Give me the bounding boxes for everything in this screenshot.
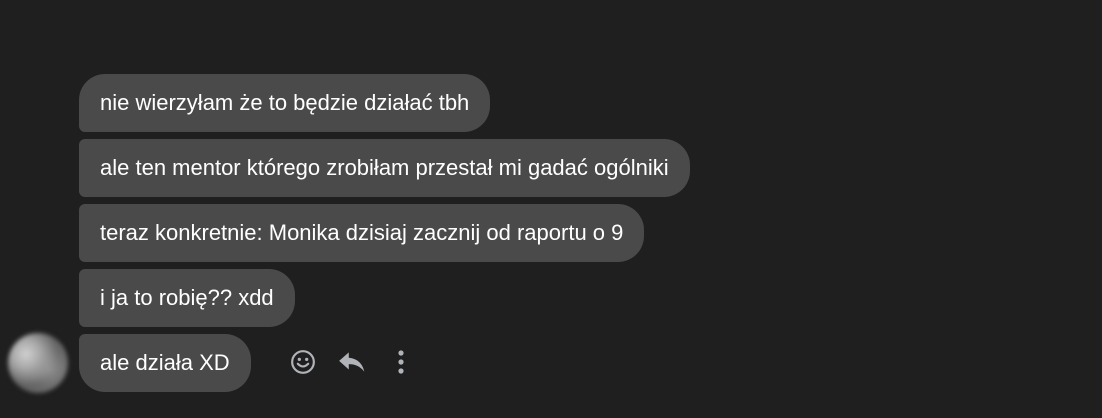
message-text: ale działa XD: [100, 350, 230, 375]
message-bubble[interactable]: i ja to robię?? xdd: [79, 269, 295, 327]
sender-avatar[interactable]: [8, 333, 68, 393]
reply-button[interactable]: [335, 345, 369, 379]
react-button[interactable]: [286, 345, 320, 379]
smiley-icon: [291, 350, 315, 374]
message-actions: [286, 344, 433, 380]
message-bubble[interactable]: nie wierzyłam że to będzie działać tbh: [79, 74, 491, 132]
message-text: nie wierzyłam że to będzie działać tbh: [100, 90, 470, 115]
more-options-button[interactable]: [384, 345, 418, 379]
message-bubble[interactable]: ale ten mentor którego zrobiłam przestał…: [79, 139, 690, 197]
message-bubble[interactable]: ale działa XD: [79, 334, 251, 392]
message-text: i ja to robię?? xdd: [100, 285, 274, 310]
more-options-icon: [398, 350, 404, 374]
message-text: teraz konkretnie: Monika dzisiaj zacznij…: [100, 220, 624, 245]
message-text: ale ten mentor którego zrobiłam przestał…: [100, 155, 669, 180]
message-bubble[interactable]: teraz konkretnie: Monika dzisiaj zacznij…: [79, 204, 645, 262]
chat-thread: nie wierzyłam że to będzie działać tbh a…: [0, 0, 1102, 418]
reply-icon: [339, 352, 365, 372]
